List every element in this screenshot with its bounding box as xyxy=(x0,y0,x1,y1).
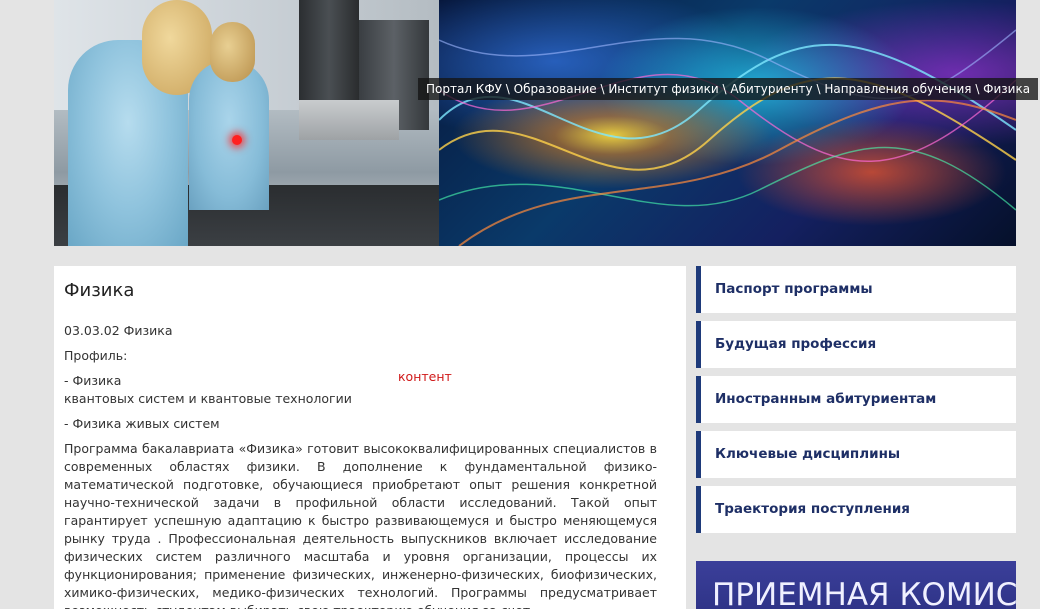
content-marker: контент xyxy=(398,369,452,384)
researcher-2-head xyxy=(210,22,255,82)
lab-photo xyxy=(54,0,439,246)
profile-item-1: - Физика xyxy=(64,373,122,388)
physics-art-image xyxy=(439,0,1016,246)
breadcrumb-current: Физика xyxy=(983,82,1031,96)
breadcrumb-directions[interactable]: Направления обучения xyxy=(824,82,971,96)
sidebar-item-label: Ключевые дисциплины xyxy=(715,446,901,462)
promo-text: ПРИЕМНАЯ КОМИССИЯ xyxy=(712,577,1016,609)
profile-item-1-continuation: квантовых систем и квантовые технологии xyxy=(64,391,352,406)
profile-label: Профиль: xyxy=(64,348,128,363)
sidebar-item-label: Паспорт программы xyxy=(715,281,873,297)
sidebar-item-label: Траектория поступления xyxy=(715,501,910,517)
page-title: Физика xyxy=(64,280,135,301)
admission-committee-banner[interactable]: ПРИЕМНАЯ КОМИССИЯ xyxy=(696,561,1016,609)
sidebar-item-admission-path[interactable]: Траектория поступления xyxy=(696,486,1016,533)
sidebar-item-foreign-applicants[interactable]: Иностранным абитуриентам xyxy=(696,376,1016,423)
program-description: Программа бакалавриата «Физика» готовит … xyxy=(64,441,657,609)
profile-item-2: - Физика живых систем xyxy=(64,416,220,431)
laser-spot xyxy=(232,135,242,145)
breadcrumb-separator: \ xyxy=(718,82,731,96)
program-code: 03.03.02 Физика xyxy=(64,323,173,338)
researcher-2 xyxy=(189,60,269,210)
equipment-box xyxy=(299,100,399,140)
breadcrumb-applicants[interactable]: Абитуриенту xyxy=(730,82,812,96)
breadcrumb-education[interactable]: Образование xyxy=(514,82,597,96)
content-panel: Физика 03.03.02 Физика Профиль: - Физика… xyxy=(54,266,686,609)
sidebar-item-label: Будущая профессия xyxy=(715,336,877,352)
sidebar-item-passport[interactable]: Паспорт программы xyxy=(696,266,1016,313)
breadcrumb-separator: \ xyxy=(596,82,609,96)
header-banner xyxy=(54,0,1016,246)
wave-art xyxy=(439,29,1016,246)
breadcrumb-institute[interactable]: Институт физики xyxy=(608,82,718,96)
breadcrumb-separator: \ xyxy=(971,82,984,96)
breadcrumb-portal[interactable]: Портал КФУ xyxy=(426,82,502,96)
breadcrumb: Портал КФУ \ Образование \ Институт физи… xyxy=(418,78,1039,100)
breadcrumb-separator: \ xyxy=(501,82,514,96)
breadcrumb-separator: \ xyxy=(812,82,825,96)
sidebar-item-label: Иностранным абитуриентам xyxy=(715,391,937,407)
sidebar-item-profession[interactable]: Будущая профессия xyxy=(696,321,1016,368)
sidebar-item-key-disciplines[interactable]: Ключевые дисциплины xyxy=(696,431,1016,478)
